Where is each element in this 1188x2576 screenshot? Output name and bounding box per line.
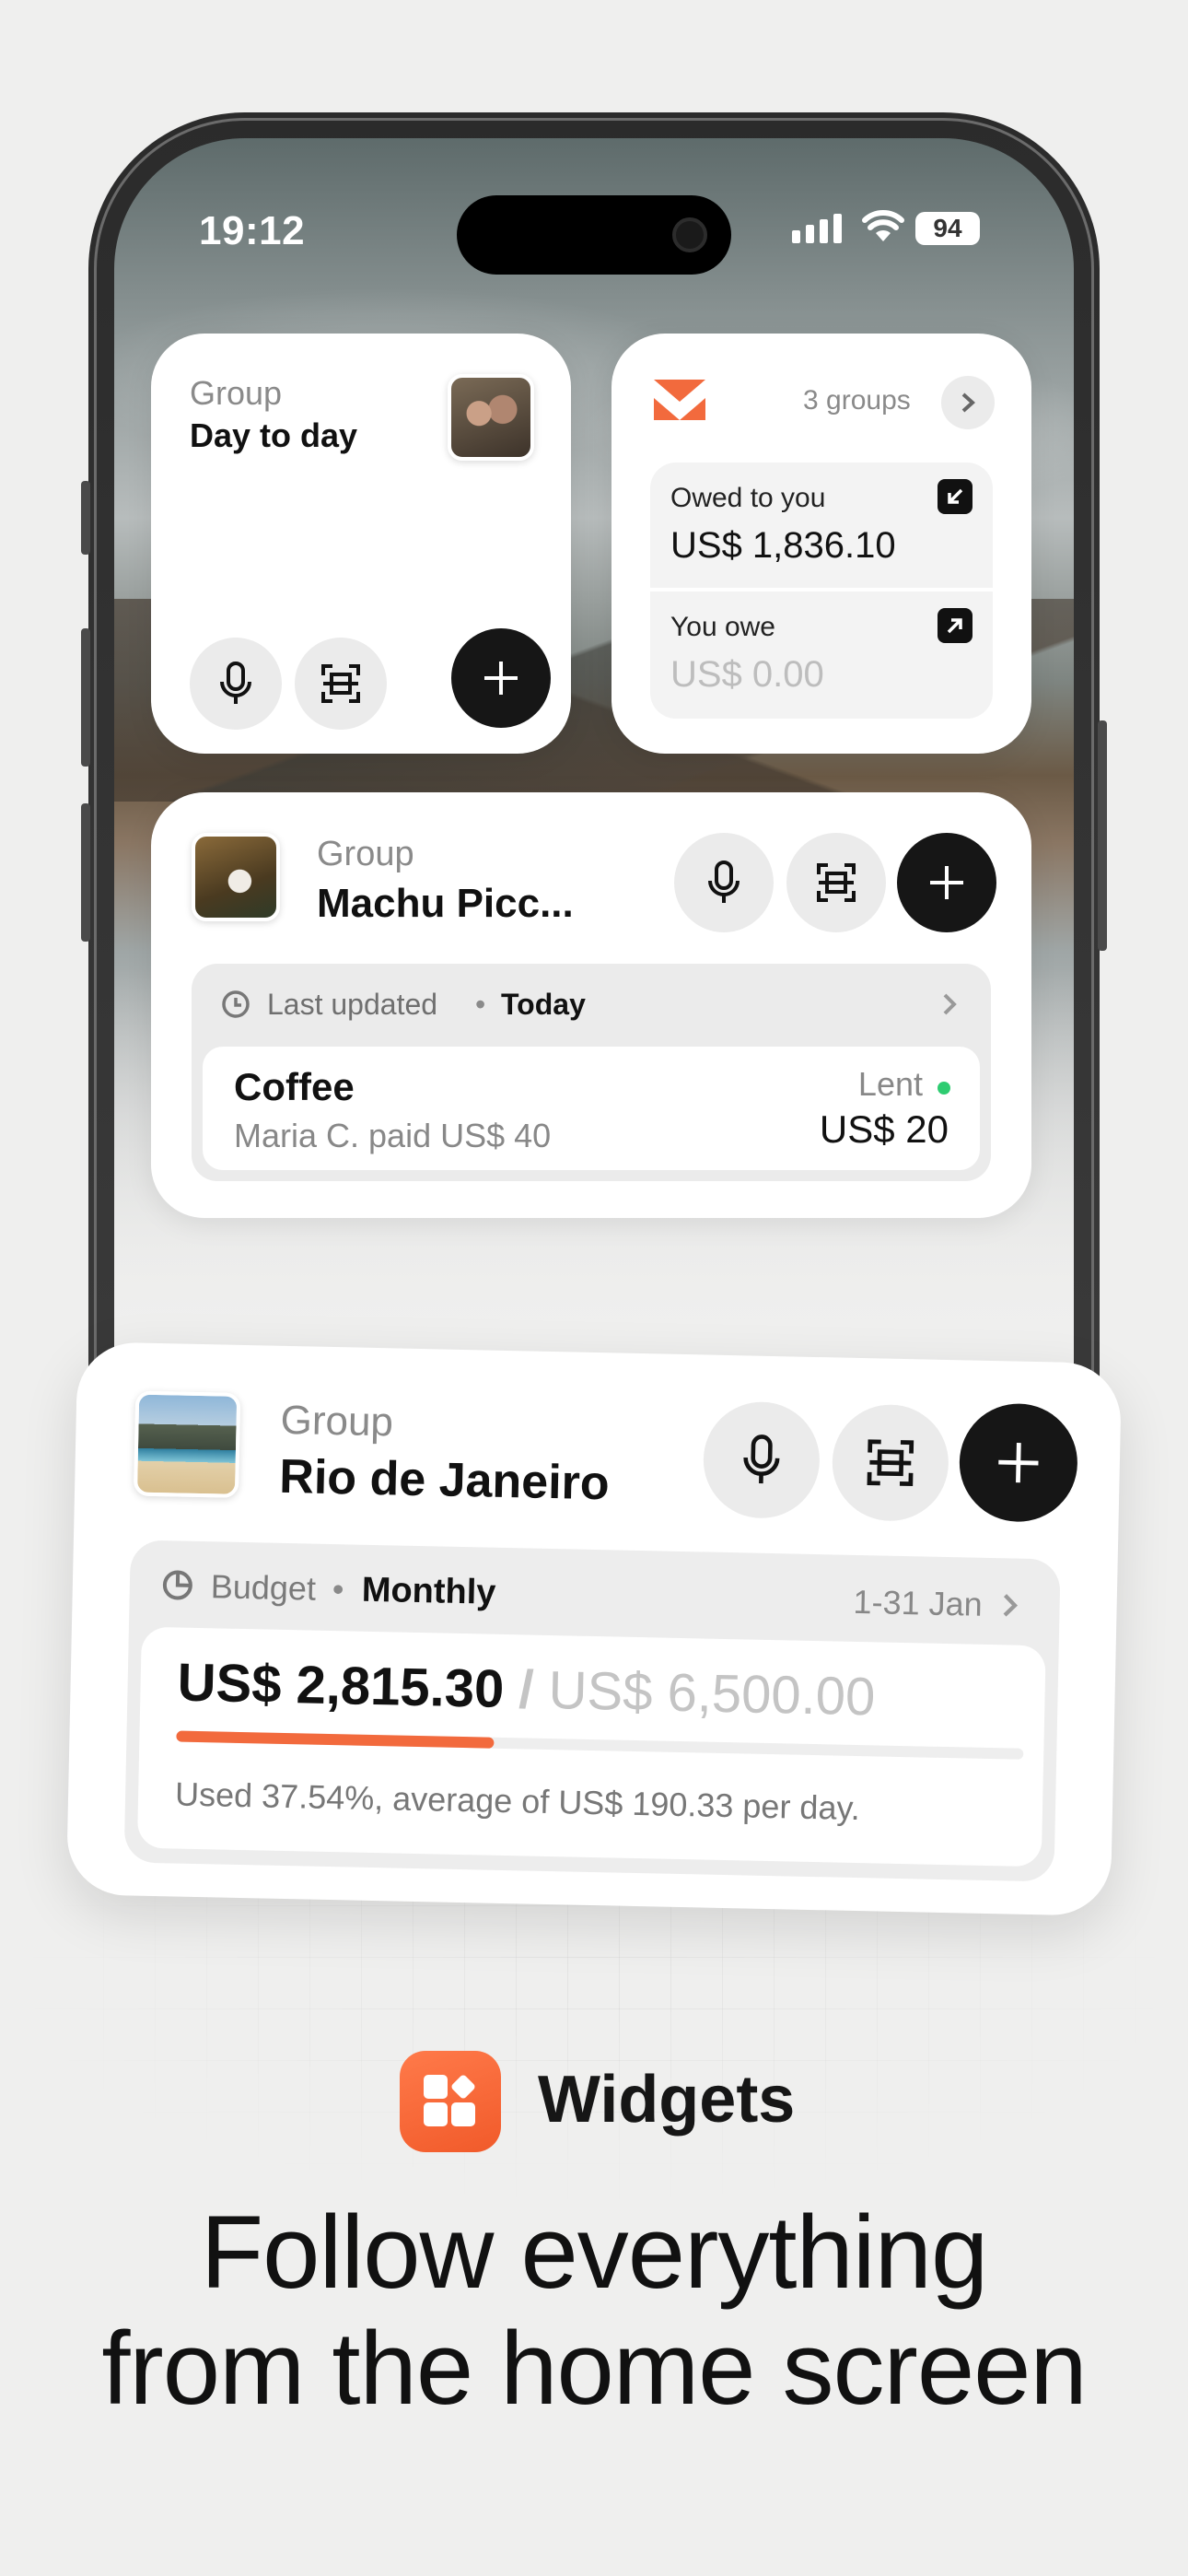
plus-icon <box>998 1442 1039 1483</box>
activity-panel: Last updated • Today Coffee Maria C. pai… <box>192 964 991 1181</box>
voice-input-button[interactable] <box>674 833 774 932</box>
budget-date-range: 1-31 Jan <box>853 1582 984 1623</box>
scan-icon <box>817 863 856 902</box>
widgets-app-icon <box>400 2051 501 2152</box>
power-button <box>1098 720 1107 951</box>
owed-label: Owed to you <box>670 483 826 513</box>
balance-divider <box>650 588 993 591</box>
expense-subtitle: Maria C. paid US$ 40 <box>234 1117 552 1154</box>
add-expense-button[interactable] <box>897 833 996 932</box>
action-button <box>81 481 90 555</box>
chevron-right-icon[interactable] <box>1000 1591 1019 1619</box>
owe-amount: US$ 0.00 <box>670 654 824 695</box>
widgets-icon <box>424 2075 475 2126</box>
cellular-signal-icon <box>792 214 842 243</box>
budget-period: Monthly <box>361 1570 496 1612</box>
scan-receipt-button[interactable] <box>831 1403 950 1523</box>
budget-panel: Budget • Monthly 1-31 Jan US$ 2,815.30 /… <box>123 1540 1061 1882</box>
chevron-right-icon[interactable] <box>941 991 958 1017</box>
widget-balance-summary[interactable]: 3 groups Owed to you US$ 1,836.10 You ow… <box>611 334 1031 754</box>
owe-label: You owe <box>670 612 775 642</box>
group-avatar <box>192 833 280 921</box>
feature-title: Widgets <box>538 2063 796 2137</box>
budget-separator: / <box>518 1659 535 1720</box>
last-updated-value: Today <box>501 988 586 1021</box>
chevron-right-icon <box>961 392 975 413</box>
scan-icon <box>321 664 360 703</box>
voice-input-button[interactable] <box>702 1400 821 1520</box>
expense-status: Lent <box>857 1065 923 1103</box>
group-label: Group <box>280 1397 394 1446</box>
dynamic-island <box>457 195 731 275</box>
arrow-up-right-icon[interactable] <box>938 608 973 643</box>
group-label: Group <box>190 374 283 412</box>
status-time: 19:12 <box>199 208 306 253</box>
budget-note: Used 37.54%, average of US$ 190.33 per d… <box>174 1774 861 1828</box>
group-name: Rio de Janeiro <box>278 1449 611 1511</box>
add-expense-button[interactable] <box>451 628 551 728</box>
budget-total: US$ 6,500.00 <box>548 1659 877 1727</box>
plus-icon <box>484 662 518 695</box>
budget-spent: US$ 2,815.30 <box>177 1652 506 1719</box>
budget-card[interactable]: US$ 2,815.30 / US$ 6,500.00 Used 37.54%,… <box>136 1626 1046 1868</box>
group-name: Day to day <box>190 416 358 454</box>
microphone-icon <box>743 1434 780 1484</box>
group-label: Group <box>317 835 414 873</box>
voice-input-button[interactable] <box>190 638 282 730</box>
app-logo-icon <box>654 380 705 420</box>
open-groups-button[interactable] <box>941 376 995 429</box>
expense-title: Coffee <box>234 1065 355 1108</box>
budget-amounts: US$ 2,815.30 / US$ 6,500.00 <box>177 1652 876 1728</box>
group-avatar <box>133 1390 241 1498</box>
expense-amount: US$ 20 <box>819 1107 949 1151</box>
status-bar: 19:12 94 <box>114 195 1074 275</box>
home-screen: 19:12 94 Group Day to day 3 groups Owed … <box>114 138 1074 1494</box>
headline: Follow everything from the home screen <box>0 2195 1188 2427</box>
scan-receipt-button[interactable] <box>295 638 387 730</box>
pie-chart-icon <box>162 1570 192 1600</box>
headline-line-2: from the home screen <box>101 2311 1087 2426</box>
budget-label: Budget <box>210 1567 317 1608</box>
last-updated-label: Last updated <box>267 988 438 1021</box>
owed-amount: US$ 1,836.10 <box>670 525 896 566</box>
plus-icon <box>930 866 963 899</box>
group-name: Machu Picc... <box>317 881 574 926</box>
groups-count: 3 groups <box>803 385 911 416</box>
dot-separator: • <box>475 988 486 1021</box>
arrow-down-left-icon[interactable] <box>938 479 973 514</box>
dot-separator: • <box>332 1570 344 1609</box>
budget-progress-fill <box>176 1730 495 1749</box>
wifi-icon <box>862 210 904 241</box>
expense-row[interactable]: Coffee Maria C. paid US$ 40 Lent US$ 20 <box>203 1047 980 1170</box>
camera-icon <box>672 217 707 252</box>
battery-icon: 94 <box>915 212 980 245</box>
clock-icon <box>222 990 250 1018</box>
group-avatar <box>448 374 534 461</box>
headline-line-1: Follow everything <box>200 2195 989 2310</box>
scan-receipt-button[interactable] <box>786 833 886 932</box>
volume-up-button <box>81 628 90 767</box>
phone-frame: 19:12 94 Group Day to day 3 groups Owed … <box>81 112 1107 1494</box>
status-dot <box>938 1082 950 1095</box>
microphone-icon <box>220 662 251 704</box>
widget-group-rio[interactable]: Group Rio de Janeiro Budget • Monthly 1-… <box>65 1341 1123 1916</box>
volume-down-button <box>81 803 90 942</box>
add-expense-button[interactable] <box>958 1402 1079 1523</box>
budget-progress-track <box>176 1730 1024 1760</box>
balance-panel: Owed to you US$ 1,836.10 You owe US$ 0.0… <box>650 463 993 719</box>
widget-group-day-to-day[interactable]: Group Day to day <box>151 334 571 754</box>
widget-group-machu[interactable]: Group Machu Picc... Last updated • Today… <box>151 792 1031 1218</box>
microphone-icon <box>708 861 740 903</box>
scan-icon <box>867 1439 914 1487</box>
